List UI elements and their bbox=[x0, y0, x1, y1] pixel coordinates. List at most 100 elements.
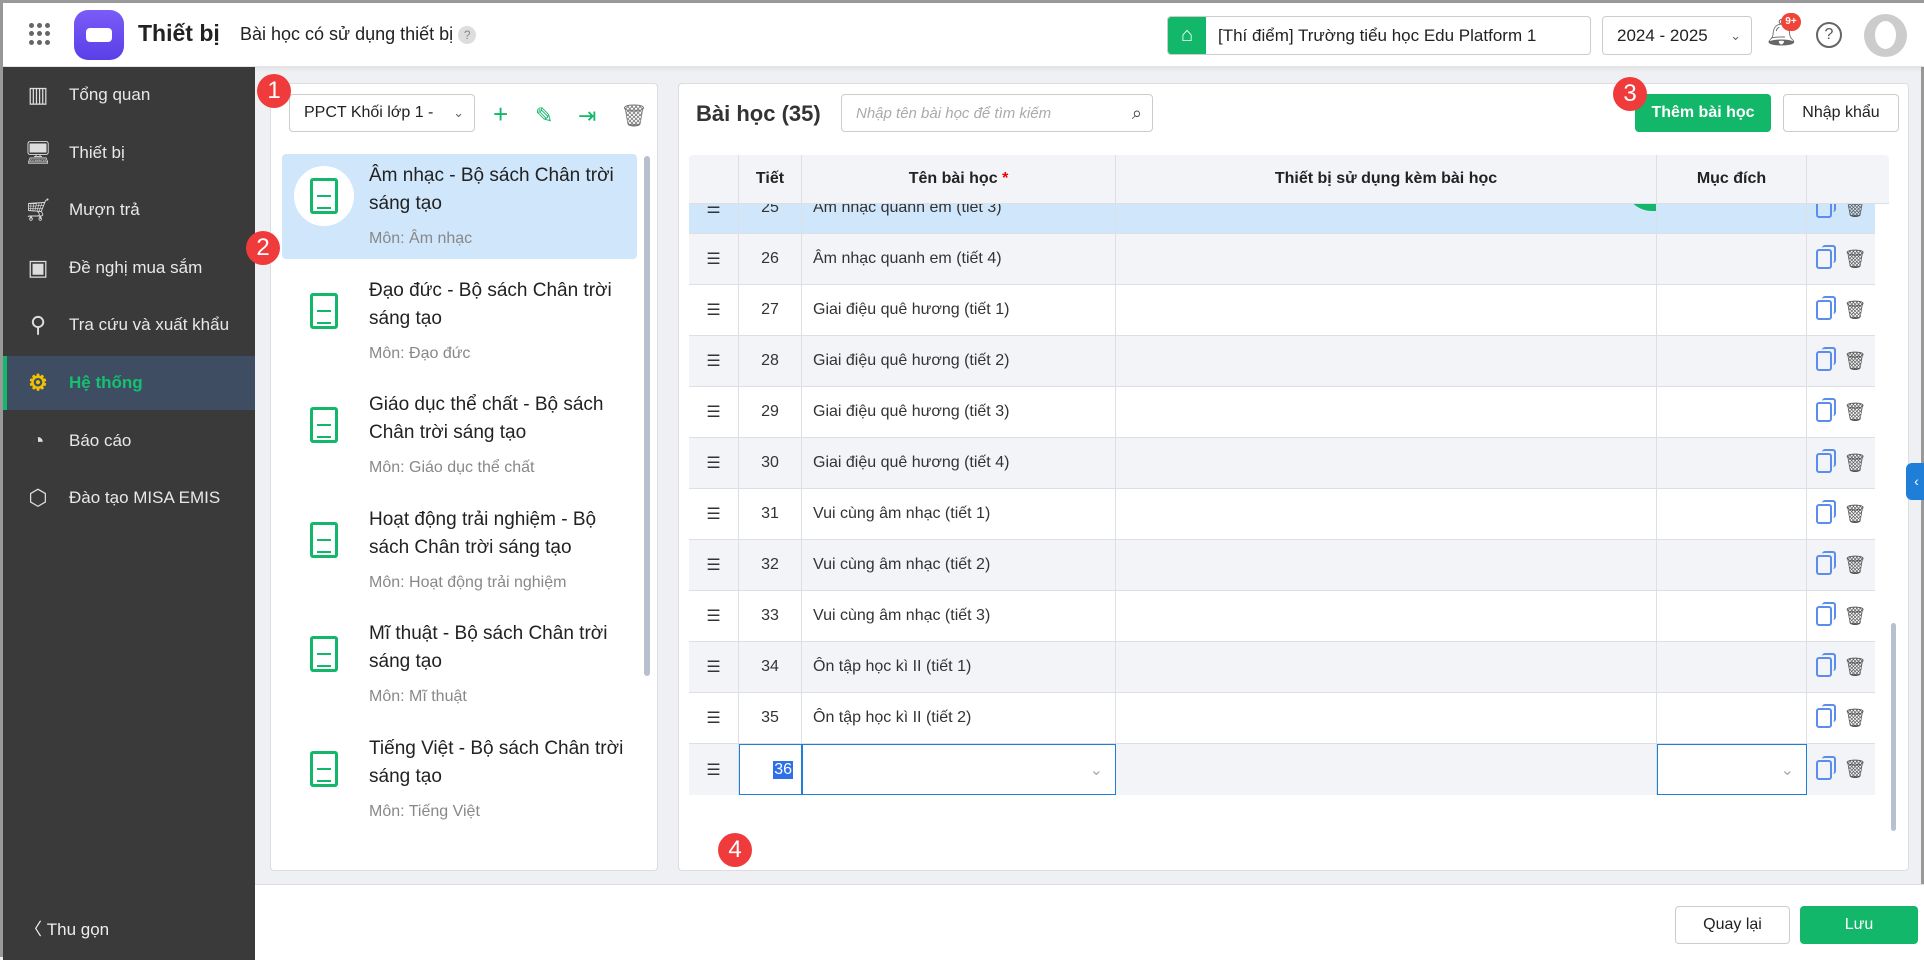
list-scrollbar[interactable] bbox=[644, 156, 650, 676]
purpose-cell[interactable] bbox=[1657, 642, 1807, 692]
copy-icon[interactable] bbox=[1815, 551, 1836, 575]
help-icon[interactable]: ? bbox=[1816, 22, 1842, 48]
table-row[interactable]: ☰ 27 Giai điệu quê hương (tiết 1) 🗑︎ bbox=[689, 285, 1875, 336]
avatar[interactable] bbox=[1864, 14, 1907, 57]
import-button[interactable]: Nhập khẩu bbox=[1783, 94, 1899, 132]
name-cell[interactable]: Vui cùng âm nhạc (tiết 1) bbox=[802, 489, 1116, 539]
drag-handle-icon[interactable]: ☰ bbox=[689, 438, 739, 488]
copy-icon[interactable] bbox=[1815, 347, 1836, 371]
trash-icon[interactable]: 🗑︎ bbox=[1844, 504, 1867, 525]
trash-icon[interactable]: 🗑︎ bbox=[1844, 453, 1867, 474]
purpose-cell[interactable] bbox=[1657, 591, 1807, 641]
purpose-cell[interactable] bbox=[1657, 234, 1807, 284]
trash-icon[interactable]: 🗑︎ bbox=[1844, 759, 1867, 780]
name-cell[interactable]: Vui cùng âm nhạc (tiết 2) bbox=[802, 540, 1116, 590]
collapse-sidebar-button[interactable]: 〈 Thu gọn bbox=[25, 915, 109, 940]
devices-cell[interactable] bbox=[1116, 234, 1657, 284]
copy-icon[interactable] bbox=[1815, 653, 1836, 677]
sidebar-item-1[interactable]: ▥ Tổng quan bbox=[3, 68, 255, 122]
book-item[interactable]: Mĩ thuật - Bộ sách Chân trời sáng tạo Môn… bbox=[282, 612, 637, 717]
name-cell[interactable]: Giai điệu quê hương (tiết 1) bbox=[802, 285, 1116, 335]
table-row[interactable]: ☰ 30 Giai điệu quê hương (tiết 4) 🗑︎ bbox=[689, 438, 1875, 489]
drag-handle-icon[interactable]: ☰ bbox=[689, 693, 739, 743]
table-row[interactable]: ☰ 26 Âm nhạc quanh em (tiết 4) 🗑︎ bbox=[689, 234, 1875, 285]
purpose-cell[interactable] bbox=[1657, 489, 1807, 539]
sidebar-item-4[interactable]: ▣ Đề nghị mua sắm bbox=[3, 241, 255, 295]
purpose-cell[interactable] bbox=[1657, 693, 1807, 743]
save-button[interactable]: Lưu bbox=[1800, 906, 1918, 944]
trash-icon[interactable]: 🗑︎ bbox=[1844, 300, 1867, 321]
name-cell[interactable]: Giai điệu quê hương (tiết 3) bbox=[802, 387, 1116, 437]
purpose-cell[interactable] bbox=[1657, 438, 1807, 488]
trash-icon[interactable]: 🗑︎ bbox=[1844, 606, 1867, 627]
sidebar-item-8[interactable]: ⬡ Đào tạo MISA EMIS bbox=[3, 471, 255, 525]
copy-icon[interactable] bbox=[1815, 398, 1836, 422]
drag-handle-icon[interactable]: ☰ bbox=[689, 285, 739, 335]
trash-icon[interactable]: 🗑︎ bbox=[1844, 555, 1867, 576]
copy-icon[interactable] bbox=[1815, 245, 1836, 269]
trash-icon[interactable]: 🗑︎ bbox=[1844, 402, 1867, 423]
drag-handle-icon[interactable]: ☰ bbox=[689, 591, 739, 641]
copy-icon[interactable] bbox=[1815, 500, 1836, 524]
table-row[interactable]: ☰ 35 Ôn tập học kì II (tiết 2) 🗑︎ bbox=[689, 693, 1875, 744]
drag-handle-icon[interactable]: ☰ bbox=[689, 489, 739, 539]
drag-handle-icon[interactable]: ☰ bbox=[689, 336, 739, 386]
copy-icon[interactable] bbox=[1815, 602, 1836, 626]
trash-icon[interactable]: 🗑︎ bbox=[1844, 351, 1867, 372]
purpose-cell[interactable] bbox=[1657, 336, 1807, 386]
name-cell[interactable]: Ôn tập học kì II (tiết 1) bbox=[802, 642, 1116, 692]
table-row[interactable]: ☰ 34 Ôn tập học kì II (tiết 1) 🗑︎ bbox=[689, 642, 1875, 693]
import-icon[interactable]: ⇥ bbox=[578, 103, 596, 129]
tiet-input[interactable]: 36 bbox=[773, 760, 793, 779]
new-table-row[interactable]: ☰ 36 ⌄ ⌄ 🗑︎ bbox=[689, 744, 1875, 795]
trash-icon[interactable]: 🗑︎ bbox=[1844, 657, 1867, 678]
purpose-cell[interactable] bbox=[1657, 540, 1807, 590]
trash-icon[interactable]: 🗑︎ bbox=[1844, 249, 1867, 270]
drag-handle-icon[interactable]: ☰ bbox=[689, 234, 739, 284]
trash-icon[interactable]: 🗑︎ bbox=[1844, 708, 1867, 729]
table-scrollbar[interactable] bbox=[1891, 623, 1896, 831]
table-row[interactable]: ☰ 32 Vui cùng âm nhạc (tiết 2) 🗑︎ bbox=[689, 540, 1875, 591]
drag-handle-icon[interactable]: ☰ bbox=[689, 744, 739, 795]
lesson-name-select[interactable]: ⌄ bbox=[802, 744, 1116, 795]
lesson-search-input[interactable]: Nhập tên bài học để tìm kiếm ⌕ bbox=[841, 94, 1153, 132]
drag-handle-icon[interactable]: ☰ bbox=[689, 642, 739, 692]
copy-icon[interactable] bbox=[1815, 755, 1836, 780]
devices-cell[interactable] bbox=[1116, 540, 1657, 590]
name-cell[interactable]: Vui cùng âm nhạc (tiết 3) bbox=[802, 591, 1116, 641]
sidebar-item-6[interactable]: ⚙ Hệ thống bbox=[3, 356, 255, 410]
copy-icon[interactable] bbox=[1815, 449, 1836, 473]
devices-cell[interactable] bbox=[1116, 285, 1657, 335]
book-item[interactable]: Âm nhạc - Bộ sách Chân trời sáng tạo Môn:… bbox=[282, 154, 637, 259]
devices-cell[interactable] bbox=[1116, 744, 1657, 795]
devices-cell[interactable] bbox=[1116, 438, 1657, 488]
back-button[interactable]: Quay lại bbox=[1675, 906, 1790, 944]
name-cell[interactable]: Ôn tập học kì II (tiết 2) bbox=[802, 693, 1116, 743]
expand-panel-tab[interactable]: ‹ bbox=[1906, 463, 1924, 500]
devices-cell[interactable] bbox=[1116, 693, 1657, 743]
add-icon[interactable]: + bbox=[493, 99, 508, 130]
sidebar-item-7[interactable]: ◔ Báo cáo bbox=[3, 414, 255, 468]
book-item[interactable]: Tiếng Việt - Bộ sách Chân trời sáng tạo M… bbox=[282, 727, 637, 832]
app-grid-icon[interactable] bbox=[29, 23, 51, 45]
purpose-select[interactable]: ⌄ bbox=[1657, 744, 1807, 795]
search-icon[interactable]: ⌕ bbox=[1132, 103, 1142, 124]
book-item[interactable]: Hoạt động trải nghiệm - Bộ sách Chân trờ… bbox=[282, 498, 637, 603]
name-cell[interactable]: Giai điệu quê hương (tiết 2) bbox=[802, 336, 1116, 386]
name-cell[interactable]: Giai điệu quê hương (tiết 4) bbox=[802, 438, 1116, 488]
table-row[interactable]: ☰ 28 Giai điệu quê hương (tiết 2) 🗑︎ bbox=[689, 336, 1875, 387]
help-hint-icon[interactable]: ? bbox=[458, 26, 477, 45]
drag-handle-icon[interactable]: ☰ bbox=[689, 540, 739, 590]
sidebar-item-2[interactable]: 🖥︎ Thiết bị bbox=[3, 126, 255, 180]
table-row[interactable]: ☰ 33 Vui cùng âm nhạc (tiết 3) 🗑︎ bbox=[689, 591, 1875, 642]
table-row[interactable]: ☰ 29 Giai điệu quê hương (tiết 3) 🗑︎ bbox=[689, 387, 1875, 438]
purpose-cell[interactable] bbox=[1657, 285, 1807, 335]
tiet-input-cell[interactable]: 36 bbox=[739, 744, 802, 795]
table-row[interactable]: ☰ 31 Vui cùng âm nhạc (tiết 1) 🗑︎ bbox=[689, 489, 1875, 540]
school-selector[interactable]: ⌂ [Thí điểm] Trường tiểu học Edu Platform… bbox=[1167, 16, 1591, 55]
devices-cell[interactable] bbox=[1116, 642, 1657, 692]
trash-icon[interactable]: 🗑︎ bbox=[620, 103, 648, 129]
book-item[interactable]: Đạo đức - Bộ sách Chân trời sáng tạo Môn:… bbox=[282, 269, 637, 374]
devices-cell[interactable] bbox=[1116, 387, 1657, 437]
copy-icon[interactable] bbox=[1815, 704, 1836, 728]
